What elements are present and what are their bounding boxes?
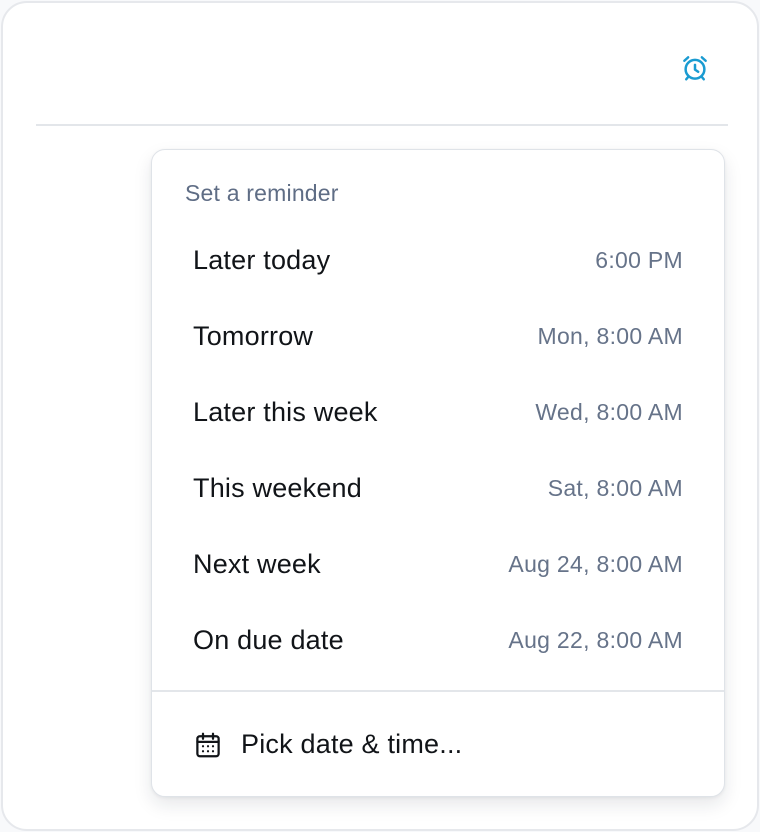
alarm-clock-icon	[680, 53, 710, 88]
option-label: This weekend	[193, 472, 362, 503]
option-time: Aug 24, 8:00 AM	[508, 550, 683, 577]
option-later-this-week[interactable]: Later this week Wed, 8:00 AM	[152, 374, 724, 450]
option-time: Sat, 8:00 AM	[547, 474, 683, 501]
option-label: On due date	[193, 624, 344, 655]
option-this-weekend[interactable]: This weekend Sat, 8:00 AM	[152, 450, 724, 526]
card-header	[36, 3, 728, 126]
option-label: Later this week	[193, 396, 378, 427]
option-label: Next week	[193, 548, 321, 579]
pick-date-time-label: Pick date & time...	[241, 729, 463, 759]
reminder-button[interactable]	[676, 51, 714, 89]
option-later-today[interactable]: Later today 6:00 PM	[152, 222, 724, 298]
option-time: Wed, 8:00 AM	[535, 398, 683, 425]
menu-title: Set a reminder	[185, 180, 339, 206]
option-time: Mon, 8:00 AM	[537, 322, 683, 349]
option-tomorrow[interactable]: Tomorrow Mon, 8:00 AM	[152, 298, 724, 374]
reminder-options-list: Later today 6:00 PM Tomorrow Mon, 8:00 A…	[152, 222, 724, 678]
calendar-icon	[193, 730, 223, 760]
reminder-menu: Set a reminder Later today 6:00 PM Tomor…	[151, 149, 725, 797]
pick-date-time-button[interactable]: Pick date & time...	[152, 692, 724, 797]
option-on-due-date[interactable]: On due date Aug 22, 8:00 AM	[152, 602, 724, 678]
option-time: Aug 22, 8:00 AM	[508, 626, 683, 653]
option-time: 6:00 PM	[595, 246, 683, 273]
option-label: Later today	[193, 244, 331, 275]
option-label: Tomorrow	[193, 320, 314, 351]
option-next-week[interactable]: Next week Aug 24, 8:00 AM	[152, 526, 724, 602]
